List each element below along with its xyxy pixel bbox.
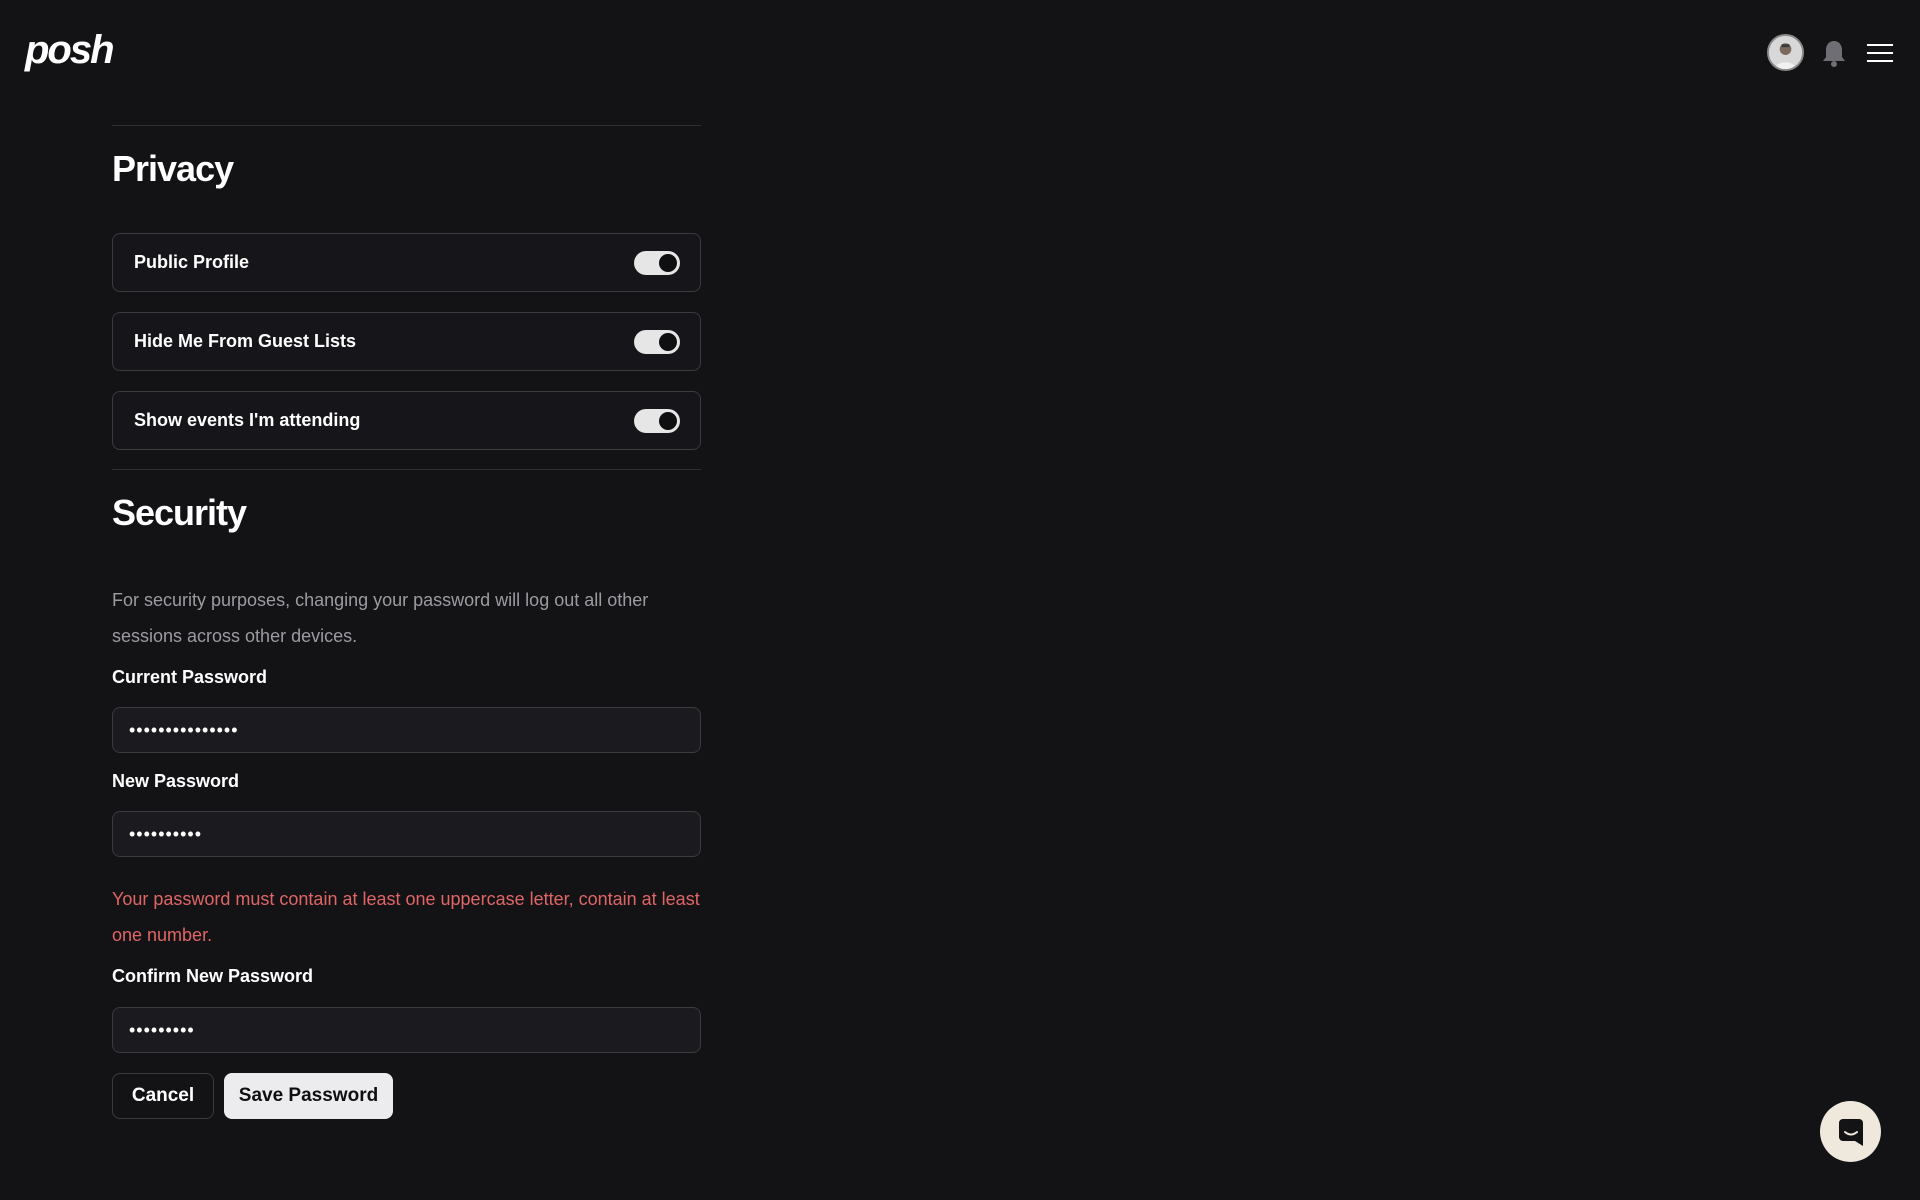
top-bar: posh [0,0,1920,105]
hamburger-menu-icon[interactable] [1864,37,1896,69]
confirm-password-label: Confirm New Password [112,966,314,986]
bell-icon[interactable] [1818,37,1850,69]
toggle-knob [659,253,677,272]
section-divider [112,125,701,126]
security-description: For security purposes, changing your pas… [112,590,649,646]
current-password-label: Current Password [112,667,268,687]
chat-icon [1838,1118,1863,1146]
privacy-title: Privacy [112,148,234,189]
toggle-label-hide-guest-lists: Hide Me From Guest Lists [134,331,357,351]
header-actions [1767,34,1896,71]
posh-logo[interactable]: posh [25,28,115,73]
toggle-knob [659,332,677,351]
section-divider [112,469,701,470]
notification-bell-icon [1823,40,1845,67]
toggle-knob [659,411,677,430]
toggle-label-show-events: Show events I'm attending [134,410,361,430]
toggle-row-show-events: Show events I'm attending [112,391,701,450]
hide-guest-lists-toggle[interactable] [634,329,680,354]
confirm-password-field[interactable] [112,1007,701,1053]
password-error-message: Your password must contain at least one … [112,889,700,945]
user-avatar[interactable] [1767,34,1804,71]
toggle-row-public-profile: Public Profile [112,233,701,292]
current-password-field[interactable] [112,707,701,753]
toggle-label-public-profile: Public Profile [134,252,250,272]
security-title: Security [112,492,247,533]
public-profile-toggle[interactable] [634,250,680,275]
save-password-button[interactable]: Save Password [224,1073,393,1119]
cancel-button[interactable]: Cancel [112,1073,214,1119]
support-chat-button[interactable] [1820,1101,1881,1162]
avatar-icon [1769,36,1802,69]
new-password-label: New Password [112,771,240,791]
toggle-row-hide-guest-lists: Hide Me From Guest Lists [112,312,701,371]
show-events-toggle[interactable] [634,408,680,433]
menu-lines-icon [1867,43,1893,62]
new-password-field[interactable] [112,811,701,857]
settings-page: posh Privacy Public Profile Hide Me From… [0,0,1920,1200]
